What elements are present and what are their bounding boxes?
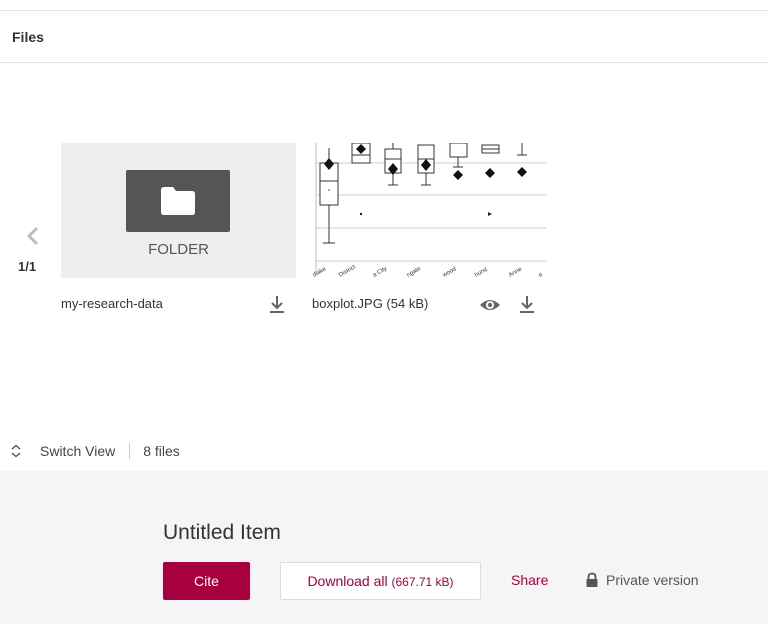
folder-name: my-research-data [61, 296, 163, 311]
image-file-name: boxplot.JPG (54 kB) [312, 296, 429, 311]
switch-view-icon[interactable] [10, 444, 22, 458]
x-label: Anne [508, 266, 524, 278]
folder-download-button[interactable] [268, 294, 286, 314]
image-tile-meta: boxplot.JPG (54 kB) [312, 294, 547, 318]
download-icon [520, 296, 534, 313]
x-label: wood [441, 266, 457, 278]
download-all-label: Download all [307, 573, 388, 589]
private-version-label: Private version [606, 572, 699, 588]
chevron-left-icon [27, 227, 38, 245]
download-all-size: (667.71 kB) [391, 575, 454, 589]
files-title: Files [12, 29, 44, 45]
eye-icon [480, 300, 500, 310]
file-tile-folder: FOLDER my-research-data [61, 143, 296, 318]
folder-tile-meta: my-research-data [61, 294, 296, 318]
files-header: Files [0, 11, 768, 63]
folder-thumbnail[interactable]: FOLDER [61, 143, 296, 278]
previous-page-button[interactable] [22, 225, 44, 247]
file-count: 8 files [143, 443, 180, 459]
image-thumbnail[interactable]: dlake District a City ngate wood hurst A… [312, 143, 547, 278]
cite-button[interactable]: Cite [163, 562, 250, 600]
preview-button[interactable] [479, 294, 501, 314]
lock-icon [586, 572, 598, 587]
x-label: e [538, 272, 544, 278]
item-panel: Untitled Item Cite Download all (667.71 … [0, 471, 768, 624]
image-download-button[interactable] [518, 294, 536, 314]
download-all-button[interactable]: Download all (667.71 kB) [280, 562, 481, 600]
switch-view-button[interactable]: Switch View [40, 443, 115, 459]
view-controls: Switch View 8 files [10, 441, 180, 461]
folder-caption: FOLDER [148, 241, 209, 258]
x-label: a City [372, 266, 388, 278]
pager-count: 1/1 [18, 259, 37, 274]
folder-icon-block [126, 170, 230, 232]
x-label: District [338, 264, 357, 278]
file-tile-image: dlake District a City ngate wood hurst A… [312, 143, 547, 318]
view-controls-divider [129, 443, 131, 459]
folder-icon [161, 187, 195, 215]
x-label: hurst [474, 267, 489, 278]
download-icon [270, 296, 284, 313]
x-label: ngate [406, 266, 423, 278]
boxplot-preview-image: dlake District a City ngate wood hurst A… [312, 143, 547, 278]
private-version-indicator: Private version [585, 572, 699, 588]
x-label: dlake [312, 266, 328, 278]
share-link[interactable]: Share [511, 572, 548, 588]
item-title: Untitled Item [163, 521, 281, 544]
